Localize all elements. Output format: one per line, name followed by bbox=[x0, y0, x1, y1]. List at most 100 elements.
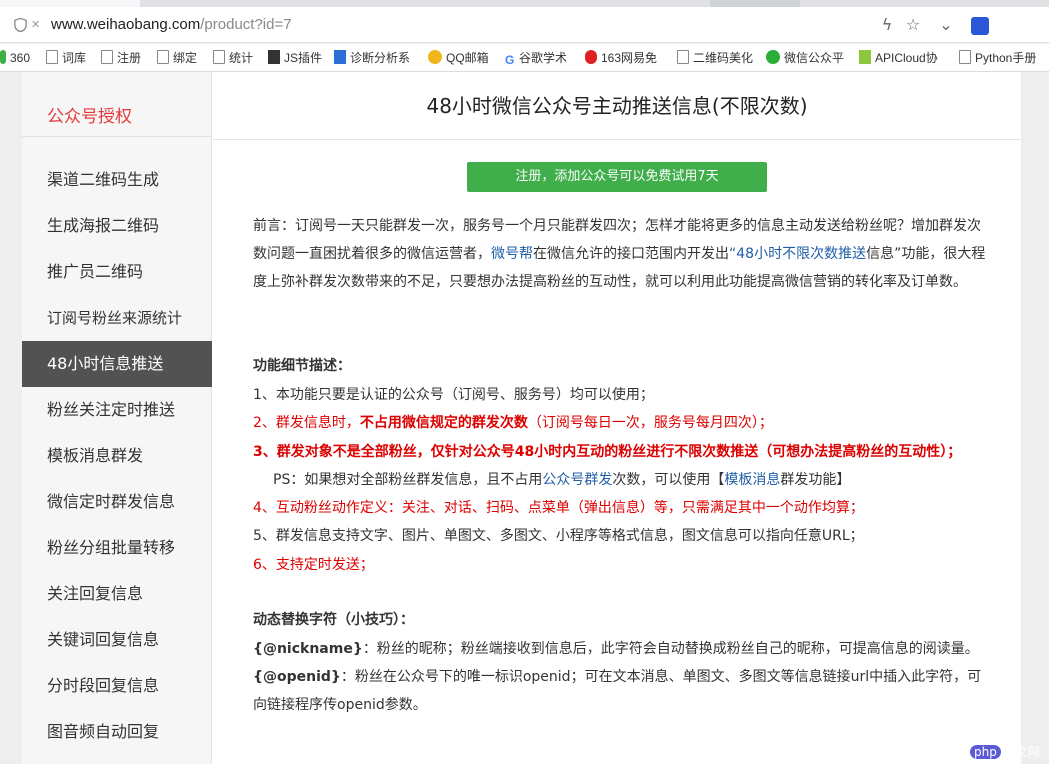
bookmark-wechat[interactable]: 微信公众平 bbox=[766, 50, 844, 66]
sidebar-item-scheduled-broadcast[interactable]: 微信定时群发信息 bbox=[22, 479, 212, 525]
bookmark-163[interactable]: 163网易免 bbox=[585, 50, 657, 66]
bookmark-label: 统计 bbox=[229, 51, 254, 65]
feature-item: 1、本功能只要是认证的公众号（订阅号、服务号）均可以使用； bbox=[253, 387, 654, 403]
js-icon bbox=[268, 50, 280, 64]
google-icon: G bbox=[505, 53, 515, 67]
sidebar-item-48h-push[interactable]: 48小时信息推送 bbox=[22, 341, 212, 387]
lightning-icon[interactable]: ϟ bbox=[877, 15, 897, 35]
sidebar-item-follow-reply[interactable]: 关注回复信息 bbox=[22, 571, 212, 617]
feature-item: 4、互动粉丝动作定义：关注、对话、扫码、点菜单（弹出信息）等，只需满足其中一个动… bbox=[253, 500, 864, 516]
ps-text: 次数，可以使用【 bbox=[612, 472, 725, 488]
token-desc-text: ：粉丝的昵称；粉丝端接收到信息后，此字符会自动替换成粉丝自己的昵称，可提高信息的… bbox=[362, 641, 979, 657]
sidebar-item-fan-group-transfer[interactable]: 粉丝分组批量转移 bbox=[22, 525, 212, 571]
bookmark-stats[interactable]: 统计 bbox=[213, 50, 253, 66]
broadcast-link[interactable]: 公众号群发 bbox=[542, 472, 612, 488]
163-icon bbox=[585, 50, 597, 64]
bookmark-label: 谷歌学术 bbox=[519, 51, 568, 65]
url-path: /product?id=7 bbox=[200, 16, 292, 33]
sidebar-item-follow-scheduled-push[interactable]: 粉丝关注定时推送 bbox=[22, 387, 212, 433]
sidebar-item-keyword-reply[interactable]: 关键词回复信息 bbox=[22, 617, 212, 663]
doc-icon bbox=[101, 50, 113, 64]
feature-item: 2、群发信息时，不占用微信规定的群发次数（订阅号每日一次，服务号每月四次）； bbox=[253, 409, 773, 437]
sidebar-item-channel-qrcode[interactable]: 渠道二维码生成 bbox=[22, 157, 212, 203]
browser-tab[interactable] bbox=[710, 0, 800, 7]
feature-item: 6、支持定时发送； bbox=[253, 557, 374, 573]
sidebar-item-fan-source-stats[interactable]: 订阅号粉丝来源统计 bbox=[22, 295, 212, 341]
page-title: 48小时微信公众号主动推送信息(不限次数) bbox=[213, 72, 1021, 140]
feature-text: 2、群发信息时， bbox=[253, 415, 360, 431]
browser-tab[interactable] bbox=[0, 0, 140, 7]
bookmarks-bar: 360 词库 注册 绑定 统计 JS插件 诊断分析系 QQ邮箱 G 谷歌学术 16… bbox=[0, 44, 1049, 72]
watermark: php 中文网 bbox=[970, 743, 1040, 760]
bookmark-qr[interactable]: 二维码美化 bbox=[677, 50, 753, 66]
bookmark-apicloud[interactable]: APICloud协 bbox=[859, 50, 938, 66]
sidebar-item-timed-reply[interactable]: 分时段回复信息 bbox=[22, 663, 212, 709]
token-desc-text: ：粉丝在公众号下的唯一标识openid；可在文本消息、单图文、多图文等信息链接u… bbox=[253, 669, 982, 713]
api-icon bbox=[859, 50, 871, 64]
bookmark-python[interactable]: Python手册 bbox=[959, 50, 1036, 66]
bookmark-label: APICloud协 bbox=[875, 51, 938, 65]
sidebar-item-template-broadcast[interactable]: 模板消息群发 bbox=[22, 433, 212, 479]
bookmark-label: JS插件 bbox=[284, 51, 323, 65]
bookmark-label: 163网易免 bbox=[601, 51, 658, 65]
bookmark-label: 诊断分析系 bbox=[350, 51, 411, 65]
register-trial-button[interactable]: 注册，添加公众号可以免费试用7天 bbox=[467, 162, 767, 192]
doc-icon bbox=[677, 50, 689, 64]
sidebar-item-media-auto-reply[interactable]: 图音频自动回复 bbox=[22, 709, 212, 755]
sidebar-divider bbox=[22, 136, 212, 137]
sidebar-title[interactable]: 公众号授权 bbox=[47, 102, 132, 127]
feature-item: 3、群发对象不是全部粉丝，仅针对公众号48小时内互动的粉丝进行不限次数推送（可想… bbox=[253, 444, 962, 460]
openid-token: {@openid} bbox=[253, 669, 341, 685]
nickname-token: {@nickname} bbox=[253, 641, 363, 657]
bookmark-label: 词库 bbox=[62, 51, 87, 65]
shield-icon[interactable] bbox=[13, 17, 28, 33]
bookmark-label: Python手册 bbox=[975, 51, 1037, 65]
star-icon[interactable]: ☆ bbox=[903, 15, 923, 35]
feature-item: 5、群发信息支持文字、图片、单图文、多图文、小程序等格式信息，图文信息可以指向任… bbox=[253, 528, 864, 544]
diag-icon bbox=[334, 50, 346, 64]
qq-icon bbox=[428, 50, 442, 64]
doc-icon bbox=[959, 50, 971, 64]
bookmark-js[interactable]: JS插件 bbox=[268, 50, 322, 66]
blocked-icon[interactable]: ✕ bbox=[31, 18, 45, 32]
sidebar: 公众号授权 渠道二维码生成 生成海报二维码 推广员二维码 订阅号粉丝来源统计 4… bbox=[22, 72, 212, 764]
bookmark-register[interactable]: 注册 bbox=[101, 50, 141, 66]
doc-icon bbox=[46, 50, 58, 64]
bookmark-label: 二维码美化 bbox=[693, 51, 754, 65]
intro-paragraph: 前言：订阅号一天只能群发一次，服务号一个月只能群发四次；怎样才能将更多的信息主动… bbox=[253, 212, 988, 296]
bookmark-label: QQ邮箱 bbox=[446, 51, 489, 65]
sidebar-item-promoter-qrcode[interactable]: 推广员二维码 bbox=[22, 249, 212, 295]
bookmark-qqmail[interactable]: QQ邮箱 bbox=[428, 50, 489, 66]
ps-text: 群发功能】 bbox=[780, 472, 851, 488]
bookmark-ciku[interactable]: 词库 bbox=[46, 50, 86, 66]
doc-icon bbox=[157, 50, 169, 64]
bookmark-scholar[interactable]: G 谷歌学术 bbox=[505, 50, 568, 67]
php-badge: php bbox=[970, 745, 1001, 759]
url-host: www.weihaobang.com bbox=[51, 16, 201, 33]
bookmark-label: 360 bbox=[10, 51, 31, 65]
bookmark-label: 微信公众平 bbox=[784, 51, 845, 65]
chevron-down-icon[interactable]: ⌄ bbox=[936, 15, 956, 35]
features-heading: 功能细节描述： bbox=[253, 358, 351, 374]
bookmark-label: 注册 bbox=[117, 51, 142, 65]
intro-text: 在微信允许的接口范围内开发出 bbox=[533, 246, 729, 262]
dot-icon bbox=[0, 50, 6, 64]
48h-push-link[interactable]: “48小时不限次数推送 bbox=[729, 246, 866, 262]
feature-text: 不占用微信规定的群发次数 bbox=[359, 415, 528, 431]
weihaobang-link[interactable]: 微号帮 bbox=[491, 246, 533, 262]
address-bar[interactable]: ✕ www.weihaobang.com/product?id=7 ϟ ☆ ⌄ bbox=[0, 7, 1049, 43]
bookmark-bind[interactable]: 绑定 bbox=[157, 50, 197, 66]
nickname-token-desc: {@nickname}：粉丝的昵称；粉丝端接收到信息后，此字符会自动替换成粉丝自… bbox=[253, 635, 979, 663]
watermark-text: 中文网 bbox=[1003, 745, 1040, 759]
sidebar-item-poster-qrcode[interactable]: 生成海报二维码 bbox=[22, 203, 212, 249]
bookmark-diagnosis[interactable]: 诊断分析系 bbox=[334, 50, 410, 66]
doc-icon bbox=[213, 50, 225, 64]
bookmark-360[interactable]: 360 bbox=[0, 50, 30, 66]
url-text[interactable]: www.weihaobang.com/product?id=7 bbox=[51, 15, 292, 35]
ps-note: PS：如果想对全部粉丝群发信息，且不占用公众号群发次数，可以使用【模板消息群发功… bbox=[273, 466, 850, 494]
paw-icon[interactable] bbox=[971, 17, 989, 35]
bookmark-label: 绑定 bbox=[173, 51, 198, 65]
feature-text: （订阅号每日一次，服务号每月四次）； bbox=[527, 415, 773, 431]
template-message-link[interactable]: 模板消息 bbox=[724, 472, 780, 488]
wechat-icon bbox=[766, 50, 780, 64]
